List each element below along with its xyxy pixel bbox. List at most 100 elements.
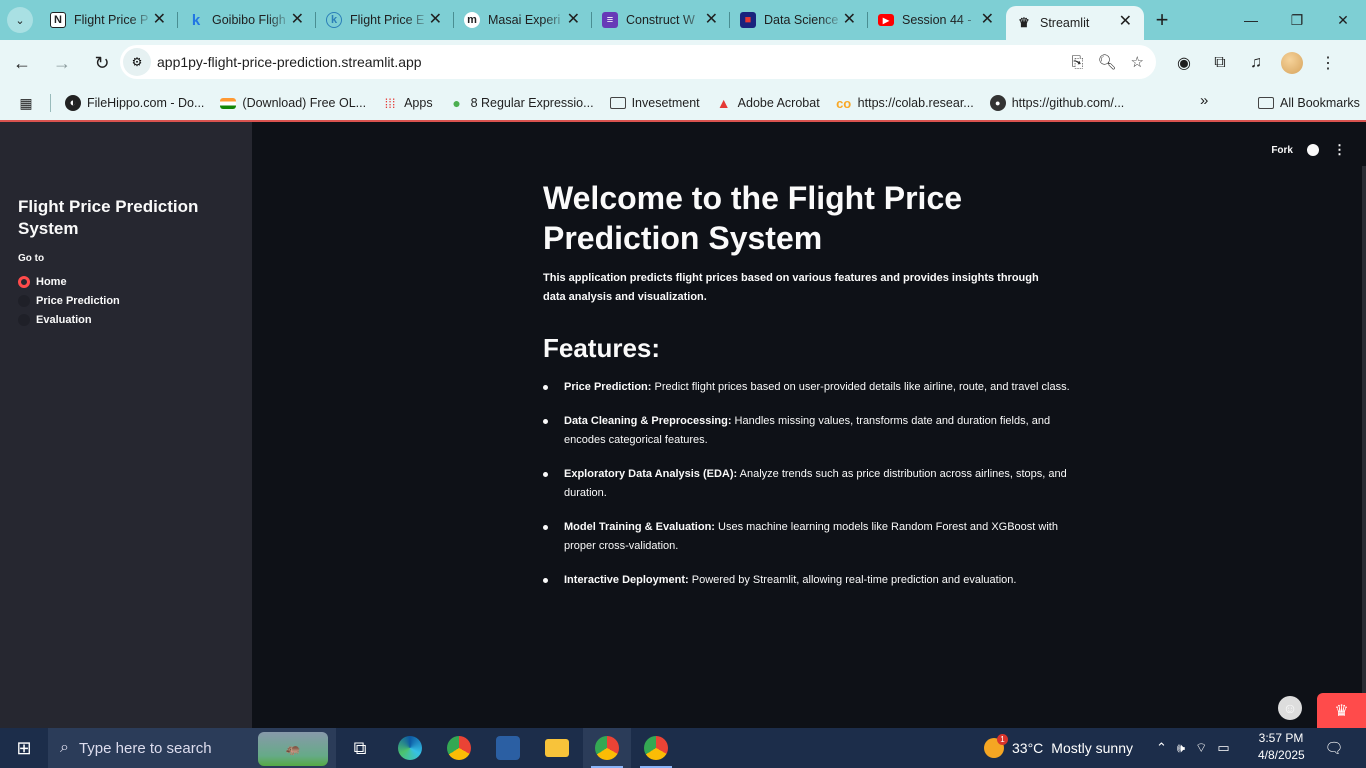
browser-tab[interactable]: m Masai Experi ✕ — [454, 0, 592, 40]
bookmark-item[interactable]: ◐ FileHippo.com - Do... — [57, 89, 212, 117]
feature-desc: Powered by Streamlit, allowing real-time… — [688, 573, 1017, 586]
github-icon[interactable] — [1307, 144, 1319, 156]
app-header-actions: Fork ⋮ — [1271, 142, 1346, 158]
bookmark-label: Invesetment — [631, 96, 700, 110]
menu-kebab-icon[interactable]: ⋮ — [1310, 45, 1346, 81]
bookmark-label: Adobe Acrobat — [737, 96, 820, 110]
radio-label: Price Prediction — [36, 295, 120, 307]
close-tab-icon[interactable]: ✕ — [981, 12, 994, 28]
bookmark-label: https://github.com/... — [1011, 96, 1125, 110]
back-icon[interactable]: ← — [4, 45, 40, 81]
masai-icon: m — [464, 12, 480, 28]
wifi-icon[interactable]: ⌔ — [1195, 740, 1207, 756]
app-menu-icon[interactable]: ⋮ — [1333, 142, 1346, 158]
close-tab-icon[interactable]: ✕ — [153, 12, 166, 28]
zoom-icon[interactable]: 🔍︎ — [1098, 53, 1117, 71]
chrome-profile-p-icon[interactable] — [632, 728, 680, 768]
new-tab-button[interactable]: + — [1144, 0, 1180, 40]
system-clock[interactable]: 3:57 PM 4/8/2025 — [1258, 730, 1305, 764]
toolbar-right: ◉ ⧉ ♫ ⋮ — [1166, 40, 1346, 86]
extension-icon[interactable]: ◉ — [1166, 45, 1202, 81]
bookmark-item[interactable]: (Download) Free OL... — [212, 89, 374, 117]
battery-icon[interactable]: ▭ — [1217, 740, 1229, 756]
features-list: Price Prediction: Predict flight prices … — [543, 378, 1073, 604]
bookmark-item[interactable]: ▲ Adobe Acrobat — [708, 89, 828, 117]
media-control-icon[interactable]: ♫ — [1238, 45, 1274, 81]
all-bookmarks-button[interactable]: All Bookmarks — [1250, 89, 1366, 117]
file-explorer-icon[interactable] — [533, 728, 581, 768]
close-window-icon[interactable]: ✕ — [1320, 0, 1366, 40]
apps-launcher-icon[interactable]: ▦ — [18, 95, 34, 111]
list-item: Data Cleaning & Preprocessing: Handles m… — [543, 412, 1073, 451]
tab-title: Goibibo Fligh — [212, 13, 286, 27]
chrome-icon[interactable] — [435, 728, 483, 768]
close-tab-icon[interactable]: ✕ — [843, 12, 856, 28]
forward-icon[interactable]: → — [44, 45, 80, 81]
install-app-icon[interactable]: ⎘ — [1071, 54, 1083, 71]
close-tab-icon[interactable]: ✕ — [705, 12, 718, 28]
goibibo-icon: k — [191, 11, 201, 29]
extensions-puzzle-icon[interactable]: ⧉ — [1202, 45, 1238, 81]
taskbar-search-input[interactable]: ⌕ Type here to search 🦛 — [48, 728, 336, 768]
weather-widget[interactable]: 1 33°C Mostly sunny — [984, 728, 1133, 768]
bookmark-item[interactable]: Invesetment — [602, 89, 708, 117]
bookmark-item[interactable]: ● https://github.com/... — [982, 89, 1133, 117]
india-flag-icon — [220, 97, 237, 109]
search-highlight-image: 🦛 — [258, 732, 328, 766]
radio-unselected-icon — [18, 314, 30, 326]
url-text[interactable]: app1py-flight-price-prediction.streamlit… — [157, 54, 422, 70]
browser-tab[interactable]: N Flight Price P ✕ — [40, 0, 178, 40]
feature-name: Data Cleaning & Preprocessing: — [564, 414, 732, 427]
vscode-icon[interactable] — [484, 728, 532, 768]
bookmark-star-icon[interactable]: ☆ — [1131, 53, 1144, 71]
fork-button[interactable]: Fork — [1271, 145, 1293, 156]
chrome-profile-icon[interactable] — [583, 728, 631, 768]
site-info-icon[interactable]: ⚙ — [123, 48, 151, 76]
browser-tab[interactable]: ▶ Session 44 - ✕ — [868, 0, 1006, 40]
notification-icon[interactable]: 🗨 — [1318, 728, 1350, 768]
browser-tab[interactable]: k Flight Price E ✕ — [316, 0, 454, 40]
radio-option-price-prediction[interactable]: Price Prediction — [18, 295, 120, 307]
datascience-icon: ■ — [740, 12, 756, 28]
address-bar[interactable]: ⚙ app1py-flight-price-prediction.streaml… — [120, 45, 1156, 79]
browser-tab[interactable]: k Goibibo Fligh ✕ — [178, 0, 316, 40]
radio-option-evaluation[interactable]: Evaluation — [18, 314, 92, 326]
reload-icon[interactable]: ↻ — [84, 45, 120, 81]
bookmark-item[interactable]: co https://colab.resear... — [828, 89, 982, 117]
close-tab-icon[interactable]: ✕ — [1119, 14, 1132, 30]
more-bookmarks-chevron-icon[interactable]: » — [1200, 92, 1208, 109]
browser-tab-active[interactable]: ♛ Streamlit ✕ — [1006, 6, 1144, 40]
weather-sun-icon: 1 — [984, 734, 1008, 758]
task-view-icon[interactable]: ⧉ — [336, 728, 384, 768]
feature-desc: Predict flight prices based on user-prov… — [651, 381, 1070, 393]
user-avatar[interactable]: ☺ — [1278, 696, 1302, 720]
chevron-up-icon[interactable]: ⌃ — [1156, 740, 1167, 756]
browser-tab[interactable]: ≡ Construct W ✕ — [592, 0, 730, 40]
windows-start-icon[interactable]: ⊞ — [0, 728, 48, 768]
volume-icon[interactable]: 🕪 — [1177, 740, 1185, 756]
edge-browser-icon[interactable] — [386, 728, 434, 768]
restore-icon[interactable]: ❐ — [1274, 0, 1320, 40]
bookmark-item[interactable]: ● 8 Regular Expressio... — [441, 89, 602, 117]
search-icon: ⌕ — [60, 739, 69, 756]
tab-search-button[interactable]: ⌄ — [0, 0, 40, 40]
close-tab-icon[interactable]: ✕ — [291, 12, 304, 28]
page-title: Welcome to the Flight Price Prediction S… — [543, 180, 963, 256]
close-tab-icon[interactable]: ✕ — [429, 12, 442, 28]
minimize-icon[interactable]: — — [1228, 0, 1274, 40]
profile-avatar[interactable] — [1281, 52, 1303, 74]
close-tab-icon[interactable]: ✕ — [567, 12, 580, 28]
clock-time: 3:57 PM — [1258, 731, 1304, 745]
streamlit-crown-icon[interactable]: ♛ — [1317, 693, 1366, 728]
feature-name: Exploratory Data Analysis (EDA): — [564, 467, 738, 480]
weather-badge: 1 — [997, 734, 1008, 745]
radio-unselected-icon — [18, 295, 30, 307]
scrollbar[interactable] — [1362, 166, 1366, 728]
tab-title: Masai Experi — [488, 13, 561, 27]
browser-tab[interactable]: ■ Data Science ✕ — [730, 0, 868, 40]
radio-option-home[interactable]: Home — [18, 276, 67, 288]
bookmark-item[interactable]: ⁞⁞⁞ Apps — [374, 89, 441, 117]
bookmark-label: 8 Regular Expressio... — [470, 96, 594, 110]
notion-icon: N — [50, 12, 66, 28]
list-item: Price Prediction: Predict flight prices … — [543, 378, 1073, 398]
